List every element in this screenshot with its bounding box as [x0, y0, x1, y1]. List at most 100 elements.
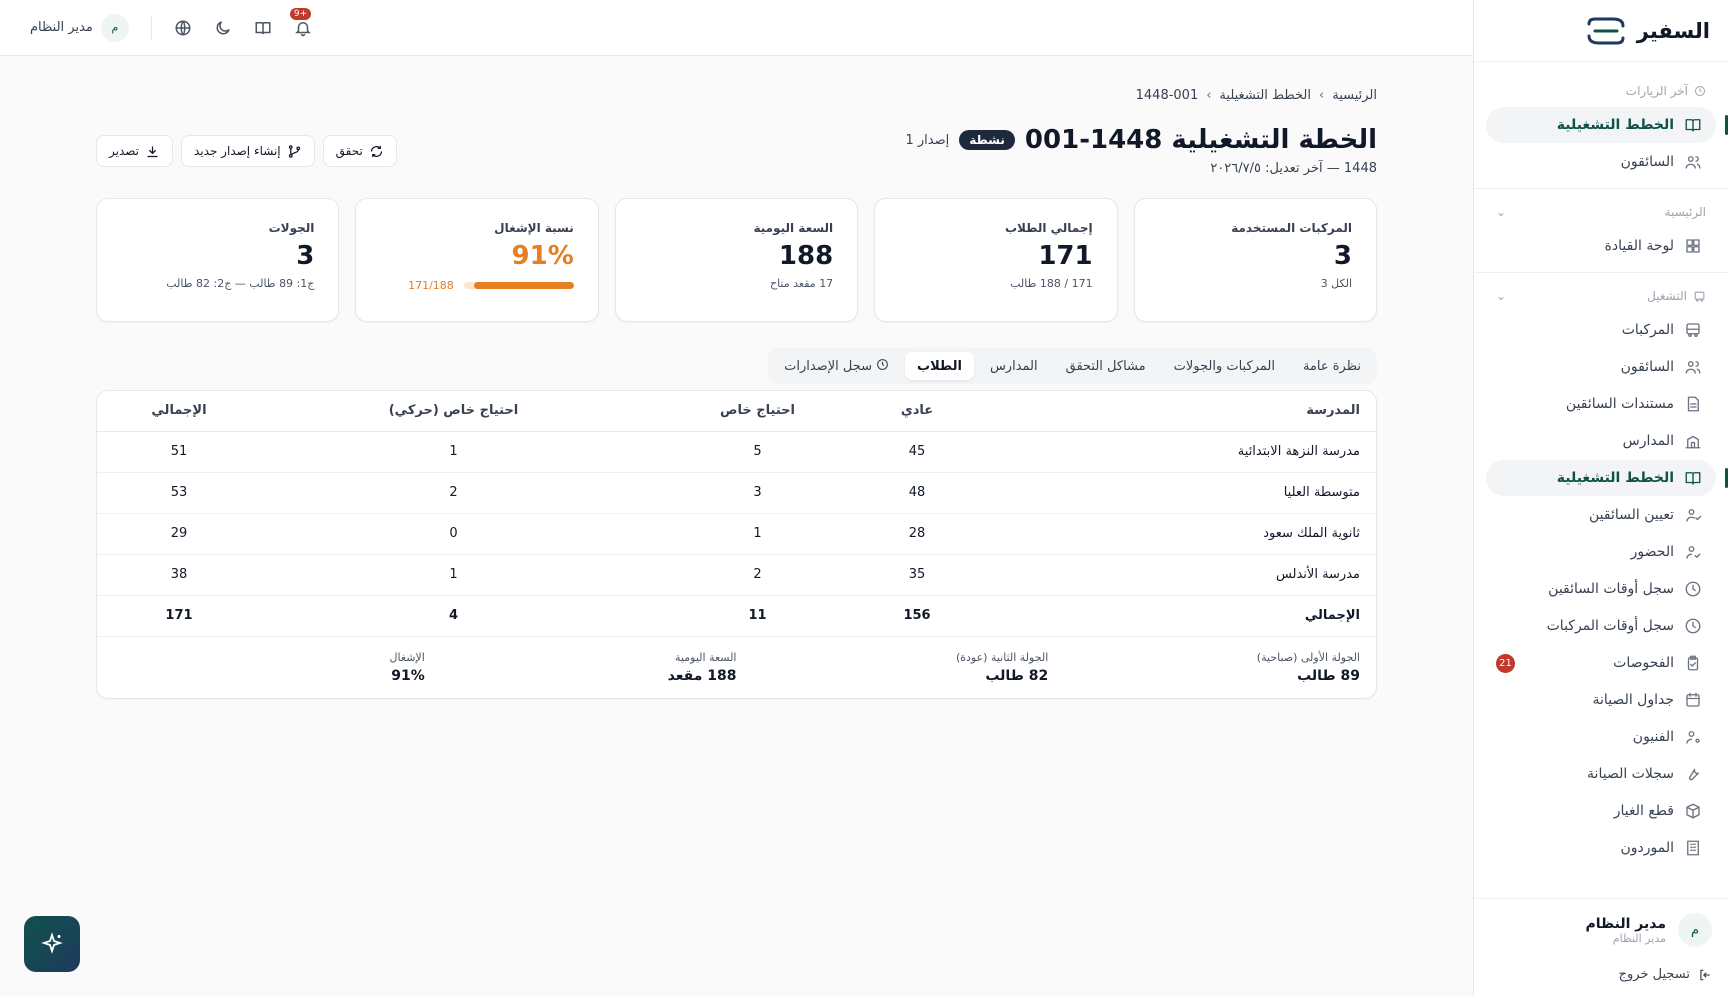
logout-button[interactable]: تسجيل خروج	[1490, 967, 1712, 982]
summary-label: السعة اليومية	[675, 650, 737, 664]
export-button[interactable]: تصدير	[96, 135, 174, 167]
tab[interactable]: المركبات والجولات	[1162, 352, 1287, 380]
sidebar-item-label: جداول الصيانة	[1592, 692, 1674, 708]
summary-value: 188 مقعد	[667, 667, 737, 684]
table-row: متوسطة العليا 48 3 2 53	[97, 472, 1376, 514]
sparkles-icon	[41, 932, 63, 954]
tab[interactable]: المدارس	[978, 352, 1050, 380]
sidebar-item[interactable]: لوحة القيادة	[1486, 228, 1716, 264]
tab[interactable]: مشاكل التحقق	[1054, 352, 1158, 380]
sidebar-user[interactable]: م مدير النظام مدير النظام	[1490, 913, 1712, 947]
chevron-down-icon: ⌄	[1496, 205, 1507, 219]
brand[interactable]: السفير	[1474, 0, 1728, 62]
sidebar-item[interactable]: الحضور	[1486, 534, 1716, 570]
sidebar-item-label: الفحوصات	[1613, 655, 1674, 671]
new-version-button[interactable]: إنشاء إصدار جديد	[181, 135, 315, 167]
home-header[interactable]: الرئيسية ⌄	[1486, 197, 1716, 227]
column-header: عادي	[868, 391, 966, 432]
ai-assistant-button[interactable]	[24, 916, 80, 972]
moon-icon[interactable]	[214, 19, 232, 37]
tab[interactable]: الطلاب	[905, 352, 974, 380]
table-cell: 171	[97, 595, 261, 637]
table-row: ثانوية الملك سعود 28 1 0 29	[97, 513, 1376, 555]
table-row: مدرسة الأندلس 35 2 1 38	[97, 554, 1376, 596]
top-user-menu[interactable]: م مدير النظام	[30, 13, 129, 42]
sidebar-item[interactable]: سجل أوقات السائقين	[1486, 571, 1716, 607]
summary-label: الإشغال	[389, 650, 425, 664]
sidebar-item[interactable]: الموردون	[1486, 830, 1716, 866]
logout-icon	[1700, 969, 1710, 980]
sidebar-item-label: المركبات	[1621, 322, 1674, 338]
sidebar-item[interactable]: السائقون	[1486, 144, 1716, 180]
book-icon[interactable]	[254, 19, 272, 37]
download-icon	[145, 144, 160, 159]
sidebar-item[interactable]: المدارس	[1486, 423, 1716, 459]
summary-label: الجولة الثانية (عودة)	[955, 650, 1049, 664]
breadcrumb-section[interactable]: الخطط التشغيلية	[1219, 88, 1311, 103]
tab[interactable]: نظرة عامة	[1291, 352, 1373, 380]
stat-capacity: السعة اليومية 188 17 مقعد متاح	[614, 198, 859, 322]
clock-icon	[1684, 580, 1702, 598]
summary-item: الجولة الأولى (صباحية) 89 طالب	[1048, 651, 1360, 684]
sidebar-item-label: السائقون	[1620, 359, 1674, 375]
sidebar-item-label: سجلات الصيانة	[1587, 766, 1674, 782]
table-cell: 11	[646, 595, 869, 637]
top-tools: م مدير النظام 9+	[30, 7, 312, 42]
git-branch-icon	[287, 144, 302, 159]
bell-icon[interactable]: 9+	[289, 7, 312, 37]
sidebar-item[interactable]: الفحوصات 21	[1486, 645, 1716, 681]
brand-name: السفير	[1636, 18, 1710, 43]
sidebar-item[interactable]: جداول الصيانة	[1486, 682, 1716, 718]
table-cell: 48	[868, 472, 966, 514]
ops-header[interactable]: التشغيل ⌄	[1486, 281, 1716, 311]
sidebar-item-label: سجل أوقات المركبات	[1546, 618, 1674, 634]
table-cell: مدرسة الأندلس	[965, 554, 1376, 596]
sidebar-item-label: السائقون	[1620, 154, 1674, 170]
sidebar-item-label: الحضور	[1630, 544, 1674, 560]
history-icon	[1695, 86, 1705, 96]
sidebar-item[interactable]: سجل أوقات المركبات	[1486, 608, 1716, 644]
sidebar-item[interactable]: الخطط التشغيلية	[1486, 460, 1728, 496]
verify-button[interactable]: تحقق	[322, 135, 397, 167]
title-row: الخطة التشغيلية 1448-001 نشطة إصدار 1 14…	[96, 125, 1377, 176]
sidebar-item[interactable]: سجلات الصيانة	[1486, 756, 1716, 792]
tab[interactable]: سجل الإصدارات	[772, 352, 901, 380]
column-header: احتياج خاص	[646, 391, 869, 432]
sidebar-item[interactable]: تعيين السائقين	[1486, 497, 1716, 533]
clipboard-icon	[1684, 654, 1702, 672]
document-icon	[1684, 395, 1702, 413]
chevron-down-icon: ⌄	[1496, 289, 1507, 303]
table-cell: 1	[260, 431, 647, 473]
globe-icon[interactable]	[174, 19, 192, 37]
page-subtitle: 1448 — آخر تعديل: ٢٠٢٦/٧/٥	[1210, 161, 1377, 176]
calendar-icon	[1684, 691, 1702, 709]
summary: الجولة الأولى (صباحية) 89 طالب الجولة الثا…	[97, 637, 1376, 698]
sidebar-item-label: الخطط التشغيلية	[1556, 470, 1674, 486]
actions: تحقق إنشاء إصدار جديد تصدير	[96, 135, 397, 167]
sidebar-item-label: لوحة القيادة	[1604, 238, 1674, 254]
sidebar-item-label: المدارس	[1622, 433, 1674, 449]
column-header: الإجمالي	[97, 391, 261, 432]
table-cell: 53	[97, 472, 261, 514]
page-title: الخطة التشغيلية 1448-001	[1024, 125, 1377, 155]
table-cell: 4	[260, 595, 647, 637]
sidebar-item[interactable]: قطع الغيار	[1486, 793, 1716, 829]
table-cell: 156	[868, 595, 966, 637]
notification-badge: 9+	[289, 7, 312, 20]
sidebar-item-label: تعيين السائقين	[1589, 507, 1674, 523]
table-cell: 29	[97, 513, 261, 555]
stat-trips: الجولات 3 ج1: 89 طالب — ج2: 82 طالب	[95, 198, 340, 322]
sidebar-item-label: قطع الغيار	[1613, 803, 1674, 819]
sidebar-item[interactable]: المركبات	[1486, 312, 1716, 348]
sidebar-item[interactable]: الخطط التشغيلية	[1486, 107, 1728, 143]
table-row: مدرسة النزهة الابتدائية 45 5 1 51	[97, 431, 1376, 473]
box-icon	[1684, 802, 1702, 820]
sidebar-item[interactable]: الفنيون	[1486, 719, 1716, 755]
status-badge: نشطة	[959, 130, 1015, 150]
sidebar-item[interactable]: مستندات السائقين	[1486, 386, 1716, 422]
sidebar-item[interactable]: السائقون	[1486, 349, 1716, 385]
breadcrumb-home[interactable]: الرئيسية	[1332, 88, 1377, 103]
wrench-icon	[1684, 765, 1702, 783]
tabs: نظرة عامة المركبات والجولات مشاكل التحقق ال…	[768, 348, 1377, 384]
stats-row: المركبات المستخدمة 3 الكل 3 إجمالي الطلا…	[95, 198, 1377, 322]
